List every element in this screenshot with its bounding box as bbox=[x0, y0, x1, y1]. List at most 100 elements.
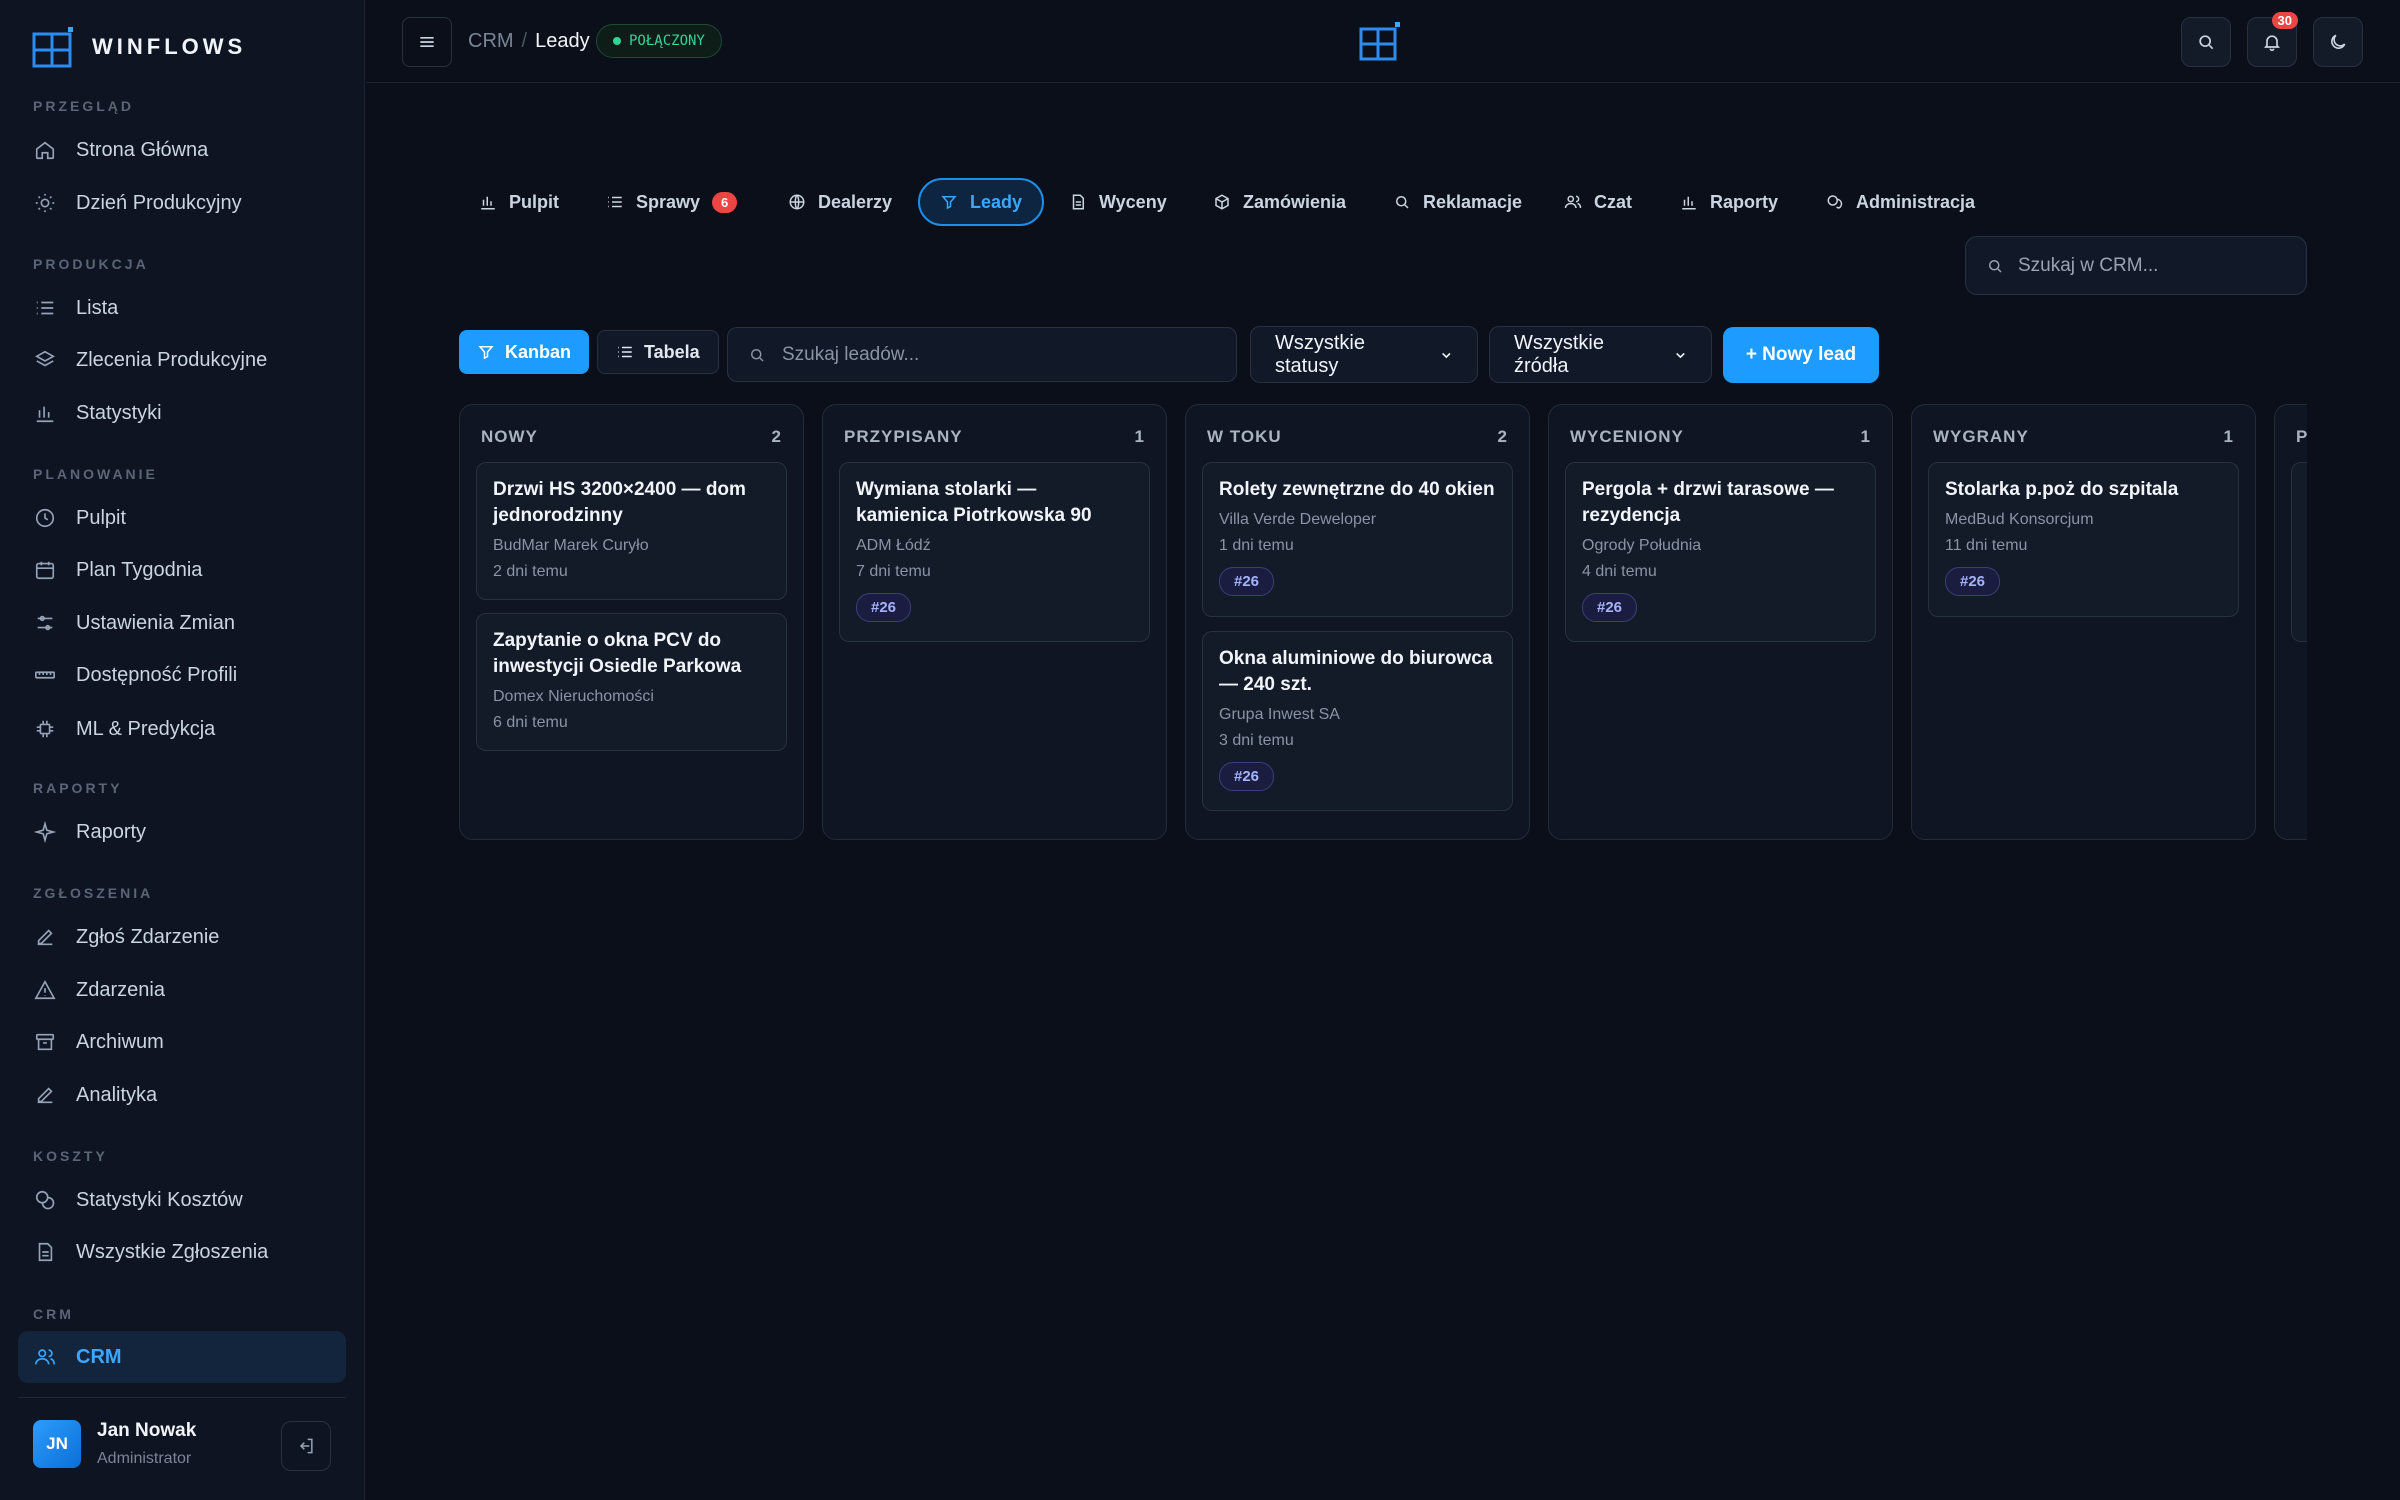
tab-count-badge: 6 bbox=[712, 191, 738, 213]
section-label-produkcja: PRODUKCJA bbox=[33, 256, 149, 272]
sidebar: WINFLOWS PRZEGLĄD Strona Główna Dzień Pr… bbox=[0, 0, 365, 1500]
filter-icon bbox=[941, 196, 957, 210]
column-count: 1 bbox=[1860, 427, 1871, 446]
sidebar-item-label: Zgłoś Zdarzenie bbox=[76, 925, 220, 948]
users-icon bbox=[1564, 195, 1582, 209]
lead-card[interactable]: Zapytanie o okna PCV do inwestycji Osied… bbox=[476, 613, 787, 751]
sidebar-item-statystyki-kosztow[interactable]: Statystyki Kosztów bbox=[18, 1174, 346, 1226]
sidebar-item-lista[interactable]: Lista bbox=[18, 282, 346, 334]
tab-czat[interactable]: Czat bbox=[1544, 178, 1652, 226]
lead-time: 3 dni temu bbox=[1219, 732, 1294, 749]
tab-pulpit[interactable]: Pulpit bbox=[459, 178, 579, 226]
lead-time: 1 dni temu bbox=[1219, 537, 1294, 554]
notifications-button[interactable]: 30 bbox=[2247, 12, 2298, 67]
sidebar-item-plan-tygodnia[interactable]: Plan Tygodnia bbox=[18, 544, 346, 596]
lead-card[interactable]: Okna aluminiowe do biurowca — 240 szt. G… bbox=[1202, 631, 1513, 811]
kanban-column-wygrany: WYGRANY 1 Stolarka p.poż do szpitala Med… bbox=[1911, 404, 2256, 840]
lead-tag-badge[interactable]: #26 bbox=[856, 593, 912, 622]
status-filter-select[interactable]: Wszystkie statusy bbox=[1250, 326, 1478, 383]
lead-tag-badge[interactable]: #26 bbox=[1219, 567, 1275, 596]
theme-toggle-button[interactable] bbox=[2313, 17, 2363, 67]
sidebar-item-label: CRM bbox=[76, 1345, 122, 1368]
sidebar-item-zlecenia-produkcyjne[interactable]: Zlecenia Produkcyjne bbox=[18, 334, 346, 386]
sidebar-item-crm[interactable]: CRM bbox=[18, 1331, 346, 1383]
lead-card[interactable]: Drzwi HS 3200×2400 — dom jednorodzinny B… bbox=[476, 462, 787, 600]
sidebar-item-ustawienia-zmian[interactable]: Ustawienia Zmian bbox=[18, 597, 346, 649]
bar-chart-icon bbox=[481, 196, 495, 210]
lead-card[interactable]: Rolety zewnętrzne do 40 okien Villa Verd… bbox=[1202, 462, 1513, 617]
tab-reklamacje[interactable]: Reklamacje bbox=[1373, 178, 1542, 226]
lead-tag-badge[interactable]: #26 bbox=[1582, 593, 1638, 622]
sidebar-item-analityka[interactable]: Analityka bbox=[18, 1069, 346, 1121]
sidebar-item-dostepnosc-profili[interactable]: Dostępność Profili bbox=[18, 649, 346, 701]
sidebar-item-pulpit[interactable]: Pulpit bbox=[18, 492, 346, 544]
lead-card[interactable]: Stolarka p.poż do szpitala MedBud Konsor… bbox=[1928, 462, 2239, 617]
table-view-button[interactable]: Tabela bbox=[597, 330, 719, 374]
lead-card[interactable]: Pergola + drzwi tarasowe — rezydencja Og… bbox=[1565, 462, 1876, 642]
crm-search-input[interactable]: Szukaj w CRM... bbox=[1965, 236, 2307, 295]
source-filter-select[interactable]: Wszystkie źródła bbox=[1489, 326, 1712, 383]
lead-tag-badge[interactable]: #26 bbox=[1945, 567, 2001, 596]
user-profile[interactable]: JN Jan Nowak Administrator bbox=[33, 1420, 196, 1468]
lead-search-input[interactable]: Szukaj leadów... bbox=[727, 327, 1237, 382]
sidebar-item-archiwum[interactable]: Archiwum bbox=[18, 1016, 346, 1068]
lead-time: 7 dni temu bbox=[856, 563, 931, 580]
lead-title: Rolety zewnętrzne do 40 okien bbox=[1219, 479, 1495, 500]
tab-sprawy[interactable]: Sprawy 6 bbox=[586, 178, 757, 226]
section-label-zgloszenia: ZGŁOSZENIA bbox=[33, 885, 154, 901]
search-icon bbox=[2199, 35, 2214, 50]
avatar: JN bbox=[33, 1420, 81, 1468]
sidebar-item-label: Strona Główna bbox=[76, 138, 209, 161]
column-title: WYGRANY bbox=[1933, 427, 2029, 446]
document-icon bbox=[1072, 194, 1084, 210]
sidebar-item-label: Dostępność Profili bbox=[76, 663, 238, 686]
brand-name: WINFLOWS bbox=[92, 34, 247, 59]
lead-time: 11 dni temu bbox=[1945, 537, 2028, 554]
breadcrumb-crm[interactable]: CRM bbox=[468, 30, 514, 53]
lead-company: Ogrody Południa bbox=[1582, 537, 1702, 554]
tab-leady[interactable]: Leady bbox=[918, 178, 1045, 226]
warning-icon bbox=[34, 980, 56, 1000]
clock-icon bbox=[35, 508, 55, 528]
tab-administracja[interactable]: Administracja bbox=[1806, 178, 1995, 226]
menu-toggle-button[interactable] bbox=[402, 17, 452, 67]
sidebar-item-zglos-zdarzenie[interactable]: Zgłoś Zdarzenie bbox=[18, 911, 346, 963]
sidebar-item-wszystkie-zgloszenia[interactable]: Wszystkie Zgłoszenia bbox=[18, 1226, 346, 1278]
tab-wyceny[interactable]: Wyceny bbox=[1049, 178, 1187, 226]
tab-label: Sprawy bbox=[636, 191, 701, 212]
sidebar-item-label: Dzień Produkcyjny bbox=[76, 191, 242, 214]
brand[interactable]: WINFLOWS bbox=[32, 26, 246, 68]
lead-card[interactable]: Wymiana stolarki — kamienica Piotrkowska… bbox=[839, 462, 1150, 642]
lead-company: Grupa Inwest SA bbox=[1219, 706, 1340, 723]
new-lead-button[interactable]: + Nowy lead bbox=[1723, 327, 1879, 383]
sidebar-item-zdarzenia[interactable]: Zdarzenia bbox=[18, 964, 346, 1016]
chevron-down-icon bbox=[1676, 352, 1685, 358]
lead-title: Drzwi HS 3200×2400 — dom jednorodzinny bbox=[493, 479, 746, 526]
tab-zamowienia[interactable]: Zamówienia bbox=[1193, 178, 1366, 226]
bell-icon bbox=[2264, 35, 2280, 52]
section-label-koszty: KOSZTY bbox=[33, 1148, 108, 1164]
sidebar-item-statystyki[interactable]: Statystyki bbox=[18, 387, 346, 439]
kanban-board: NOWY 2 Drzwi HS 3200×2400 — dom jednorod… bbox=[459, 404, 2307, 842]
center-logo[interactable] bbox=[1358, 22, 1402, 67]
logout-button[interactable] bbox=[281, 1421, 331, 1471]
sidebar-item-raporty[interactable]: Raporty bbox=[18, 806, 346, 858]
tab-label: Wyceny bbox=[1099, 191, 1167, 212]
lead-tag-badge[interactable]: #26 bbox=[1219, 762, 1275, 791]
filter-icon bbox=[478, 346, 494, 360]
lead-card[interactable] bbox=[2291, 462, 2307, 642]
winflows-logo-icon bbox=[32, 27, 73, 68]
users-icon bbox=[35, 1349, 55, 1365]
lead-company: BudMar Marek Curyło bbox=[493, 537, 649, 554]
kanban-view-button[interactable]: Kanban bbox=[459, 330, 590, 374]
sidebar-item-label: Analityka bbox=[76, 1083, 158, 1106]
tab-raporty[interactable]: Raporty bbox=[1660, 178, 1798, 226]
global-search-button[interactable] bbox=[2181, 17, 2231, 67]
column-title: P bbox=[2296, 427, 2307, 446]
sidebar-item-ml-predykcja[interactable]: ML & Predykcja bbox=[18, 703, 346, 755]
sidebar-item-dzien-produkcyjny[interactable]: Dzień Produkcyjny bbox=[18, 177, 346, 229]
sidebar-item-strona-glowna[interactable]: Strona Główna bbox=[18, 124, 346, 176]
calendar-icon bbox=[35, 561, 55, 580]
tab-dealerzy[interactable]: Dealerzy bbox=[768, 178, 912, 226]
sidebar-divider bbox=[18, 1397, 346, 1398]
